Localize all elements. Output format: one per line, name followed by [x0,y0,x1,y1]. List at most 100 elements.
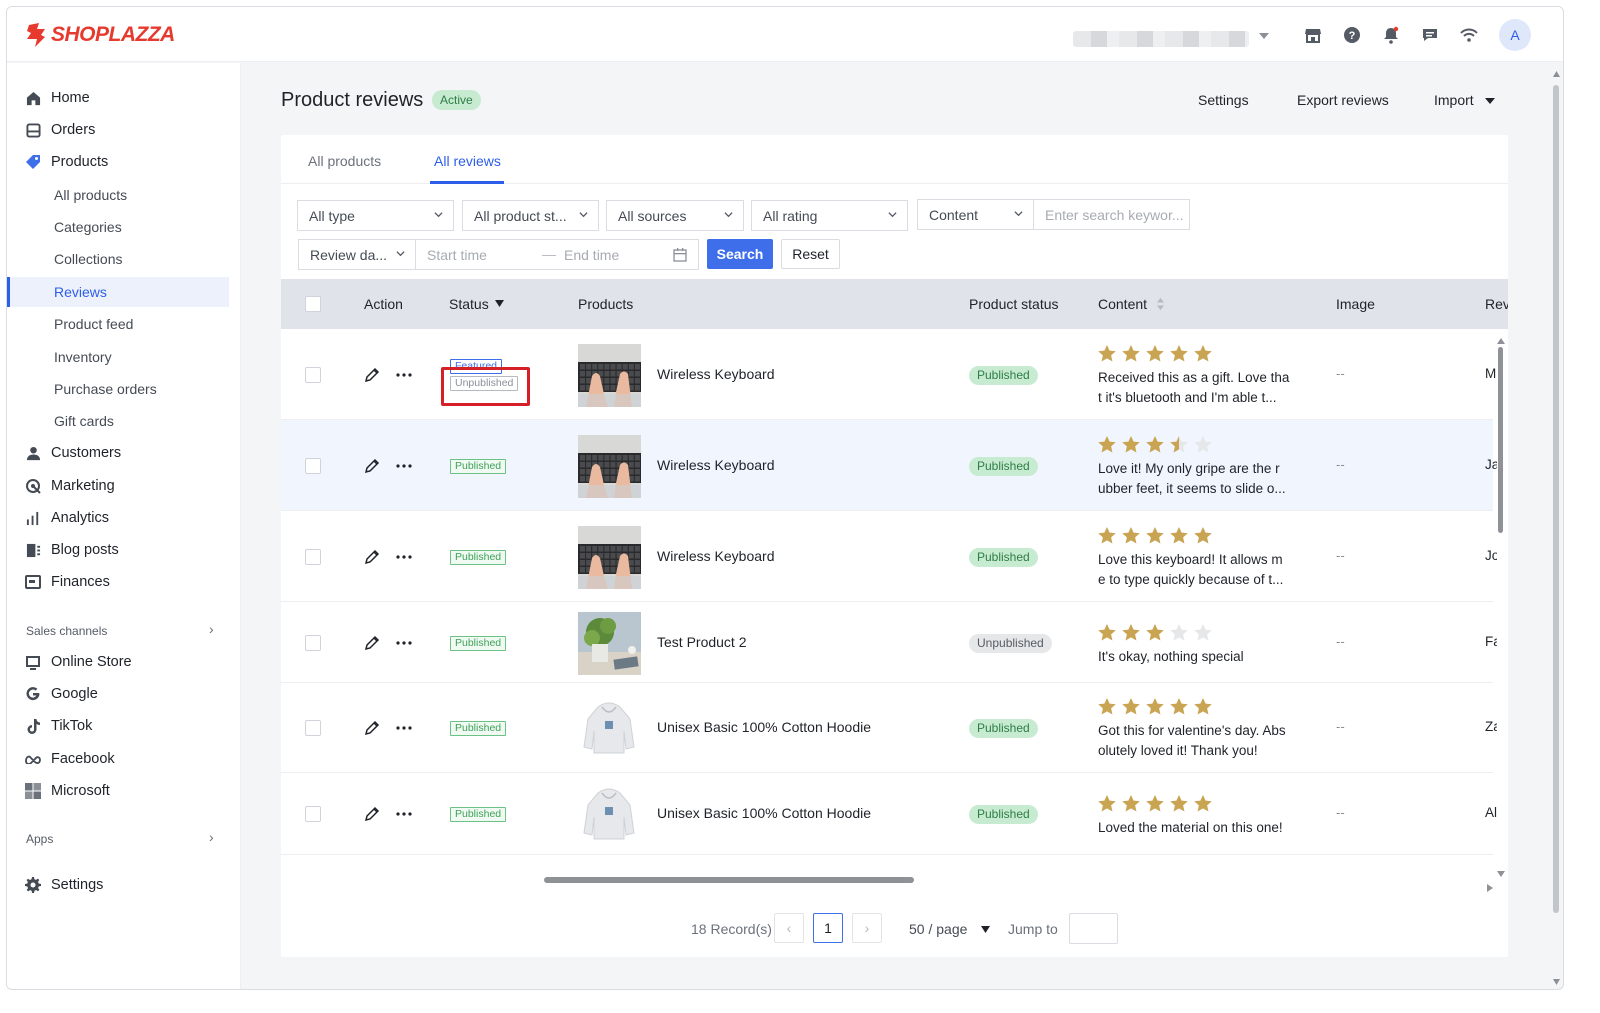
sidebar-item-online-store[interactable]: Online Store [7,647,229,677]
row-checkbox[interactable] [305,806,321,822]
review-status-tag[interactable]: Published [450,807,507,822]
chevron-right-icon[interactable]: › [209,621,214,637]
bell-icon[interactable] [1381,25,1401,45]
edit-icon[interactable] [363,634,381,652]
more-icon[interactable] [395,805,413,823]
table-horizontal-scrollbar[interactable] [544,877,914,883]
prev-page-button[interactable]: ‹ [774,913,804,943]
type-select[interactable]: All type [297,200,454,231]
product-thumbnail[interactable] [578,526,641,589]
row-checkbox[interactable] [305,367,321,383]
select-all-checkbox[interactable] [305,296,321,312]
jump-to-input[interactable] [1069,913,1118,944]
settings-link[interactable]: Settings [1198,92,1249,108]
sidebar-item-tiktok[interactable]: TikTok [7,711,229,741]
sidebar-subitem-purchase-orders[interactable]: Purchase orders [7,374,229,404]
page-vertical-scrollbar[interactable] [1553,85,1559,913]
search-keyword-input[interactable]: Enter search keywor... [1033,199,1190,230]
product-name[interactable]: Wireless Keyboard [657,366,775,382]
column-header-content[interactable]: Content [1098,296,1147,312]
row-checkbox[interactable] [305,458,321,474]
store-icon[interactable] [1303,25,1323,45]
sidebar-item-microsoft[interactable]: Microsoft [7,776,229,806]
sidebar-subitem-reviews[interactable]: Reviews [7,277,229,307]
sidebar-subitem-gift-cards[interactable]: Gift cards [7,406,229,436]
sidebar-subitem-categories[interactable]: Categories [7,212,229,242]
sidebar-subitem-all-products[interactable]: All products [7,180,229,210]
sort-desc-icon[interactable] [495,300,504,308]
sidebar-subitem-collections[interactable]: Collections [7,244,229,274]
edit-icon[interactable] [363,805,381,823]
sidebar-subitem-product-feed[interactable]: Product feed [7,309,229,339]
message-icon[interactable] [1420,25,1440,45]
product-name[interactable]: Test Product 2 [657,634,747,650]
chevron-down-icon[interactable] [1259,33,1269,39]
column-header-status[interactable]: Status [449,296,489,312]
edit-icon[interactable] [363,457,381,475]
review-status-tag[interactable]: Published [450,459,507,474]
product-thumbnail[interactable] [578,344,641,407]
caret-down-icon[interactable] [1485,98,1495,104]
row-checkbox[interactable] [305,549,321,565]
more-icon[interactable] [395,457,413,475]
export-reviews-link[interactable]: Export reviews [1297,92,1389,108]
sidebar-item-settings[interactable]: Settings [7,870,229,900]
review-status-tag[interactable]: Published [450,721,507,736]
store-selector[interactable] [1073,31,1249,47]
sidebar-item-blog-posts[interactable]: Blog posts [7,535,229,565]
sidebar-item-google[interactable]: Google [7,679,229,709]
caret-down-icon[interactable] [981,926,990,933]
sort-icon[interactable] [1157,298,1164,310]
import-dropdown[interactable]: Import [1434,92,1474,108]
review-status-tag[interactable]: Published [450,636,507,651]
product-thumbnail[interactable] [578,612,641,675]
chevron-right-icon[interactable]: › [209,829,214,845]
review-date-select[interactable]: Review da... [298,239,416,270]
scroll-right-arrow-icon[interactable] [1487,884,1493,892]
avatar[interactable]: A [1499,19,1531,51]
sidebar-subitem-inventory[interactable]: Inventory [7,342,229,372]
shoplazza-logo[interactable]: SHOPLAZZA [25,23,175,47]
product-name[interactable]: Wireless Keyboard [657,548,775,564]
date-range-picker[interactable]: Start time — End time [415,239,699,270]
row-checkbox[interactable] [305,720,321,736]
scroll-up-arrow-icon[interactable] [1497,338,1505,344]
tab-all-reviews[interactable]: All reviews [434,153,501,169]
more-icon[interactable] [395,548,413,566]
tab-all-products[interactable]: All products [308,153,381,169]
edit-icon[interactable] [363,719,381,737]
help-icon[interactable]: ? [1342,25,1362,45]
product-thumbnail[interactable] [578,783,641,846]
product-status-select[interactable]: All product st... [462,200,599,231]
page-size-select[interactable]: 50 / page [909,921,967,937]
more-icon[interactable] [395,719,413,737]
edit-icon[interactable] [363,366,381,384]
search-button[interactable]: Search [707,239,773,269]
row-checkbox[interactable] [305,635,321,651]
sidebar-item-home[interactable]: Home [7,83,229,113]
page-scroll-up-icon[interactable] [1553,71,1560,77]
sidebar-item-products[interactable]: Products [7,147,229,177]
scroll-down-arrow-icon[interactable] [1497,871,1505,877]
table-vertical-scrollbar[interactable] [1498,347,1503,533]
current-page-button[interactable]: 1 [813,913,843,943]
page-scroll-down-icon[interactable] [1553,979,1560,985]
edit-icon[interactable] [363,548,381,566]
review-status-tag[interactable]: Published [450,550,507,565]
product-name[interactable]: Unisex Basic 100% Cotton Hoodie [657,805,871,821]
product-thumbnail[interactable] [578,435,641,498]
sidebar-item-marketing[interactable]: Marketing [7,471,229,501]
more-icon[interactable] [395,634,413,652]
product-name[interactable]: Unisex Basic 100% Cotton Hoodie [657,719,871,735]
sidebar-item-customers[interactable]: Customers [7,438,229,468]
sidebar-item-orders[interactable]: Orders [7,115,229,145]
sidebar-item-finances[interactable]: Finances [7,567,229,597]
reset-button[interactable]: Reset [781,239,840,269]
sidebar-item-analytics[interactable]: Analytics [7,503,229,533]
sidebar-item-facebook[interactable]: Facebook [7,744,229,774]
more-icon[interactable] [395,366,413,384]
product-thumbnail[interactable] [578,697,641,760]
product-name[interactable]: Wireless Keyboard [657,457,775,473]
rating-select[interactable]: All rating [751,200,908,231]
next-page-button[interactable]: › [852,913,882,943]
